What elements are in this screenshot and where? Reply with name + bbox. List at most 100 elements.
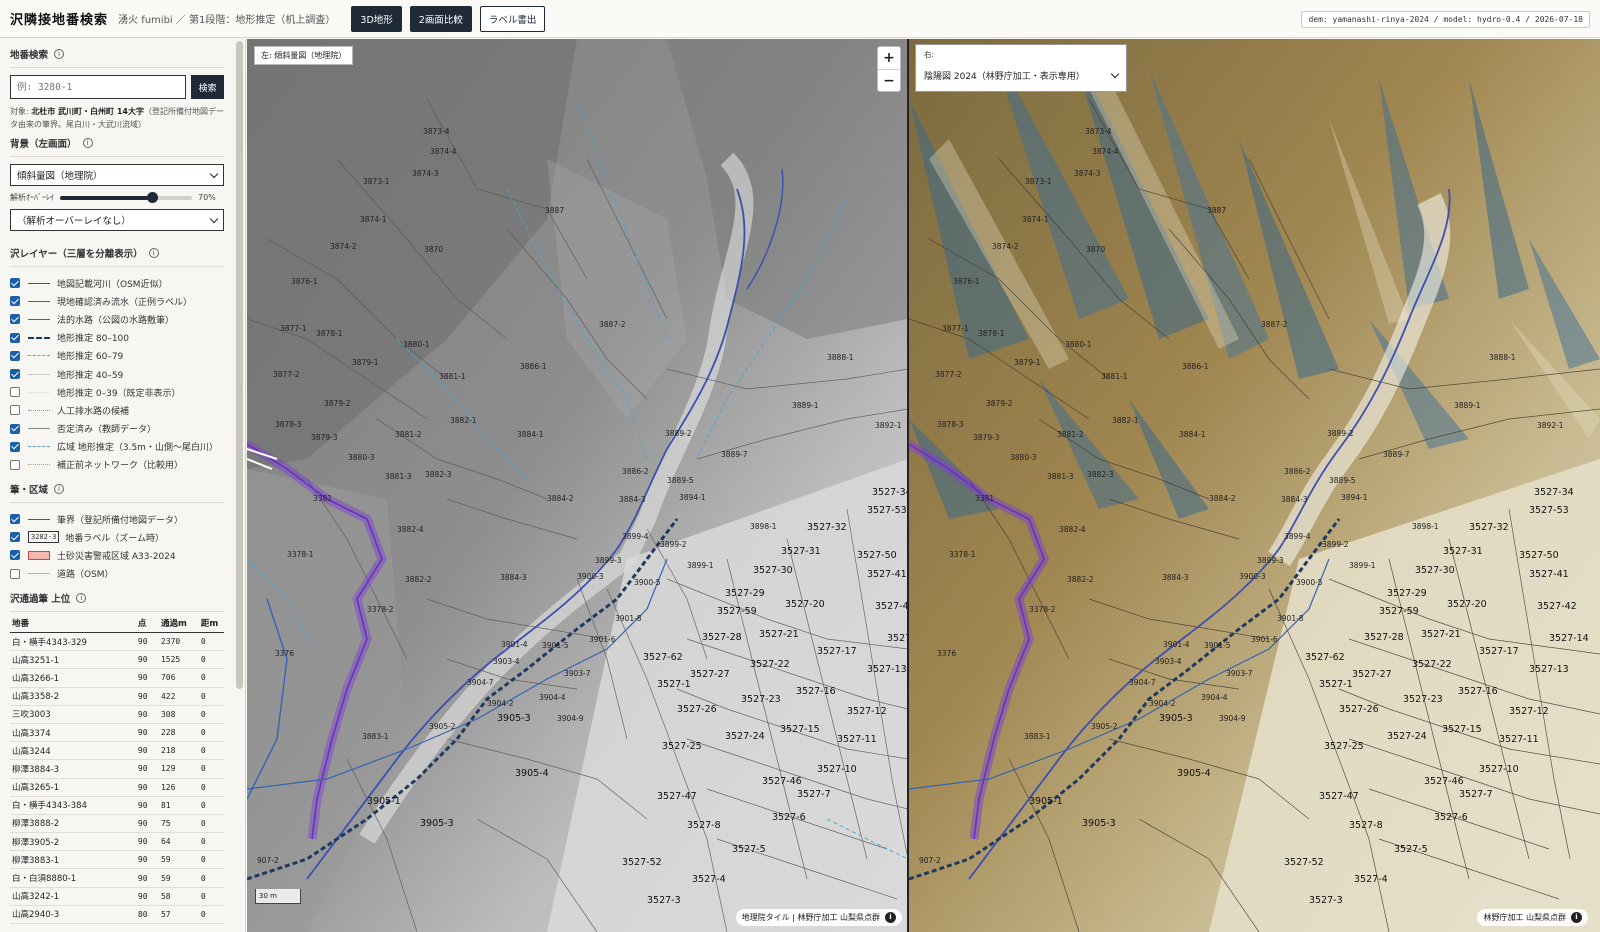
parcel-label[interactable]: 3882-4 [1059,525,1086,534]
parcel-label[interactable]: 3905-3 [420,818,454,829]
parcel-label[interactable]: 3527-20 [1447,599,1487,610]
table-row[interactable]: 山高2940-3 80 57 0 [10,905,224,925]
stream-layer-row[interactable]: 否定済み（教師データ） [10,420,224,438]
parcel-label[interactable]: 3889-7 [721,450,748,459]
parcel-label[interactable]: 3886-1 [520,362,547,371]
parcel-label[interactable]: 3877-1 [942,324,969,333]
parcel-label[interactable]: 3878-1 [316,329,343,338]
parcel-label[interactable]: 3879-1 [352,358,379,367]
parcel-label[interactable]: 3903-4 [1155,657,1182,666]
parcel-label[interactable]: 3881-2 [395,430,422,439]
parcel-label[interactable]: 3886-1 [1182,362,1209,371]
sidebar-scrollbar[interactable] [236,41,243,689]
info-icon[interactable]: i [54,49,65,59]
layer-checkbox[interactable] [10,532,20,543]
slider-handle[interactable] [147,191,159,203]
ranking-column-header[interactable]: 通過m [158,614,199,633]
parcel-label[interactable]: 3527-5 [1394,844,1428,855]
parcel-label[interactable]: 3879-2 [324,399,351,408]
parcel-label[interactable]: 3527-47 [657,791,697,802]
layer-checkbox[interactable] [10,423,20,434]
parcel-label[interactable]: 3376 [937,649,956,658]
parcel-label[interactable]: 3527-31 [1443,546,1483,557]
table-row[interactable]: 山高3244 90 218 0 [10,741,224,761]
parcel-label[interactable]: 3892-1 [875,421,902,430]
ranking-column-header[interactable]: 距m [198,614,224,633]
parcel-label[interactable]: 3881-1 [439,372,466,381]
parcel-label[interactable]: 3527-53 [867,505,907,516]
parcel-label[interactable]: 3877-1 [280,324,307,333]
parcel-label[interactable]: 3884-3 [1162,573,1189,582]
parcel-label[interactable]: 3889-1 [1454,401,1481,410]
parcel-label[interactable]: 3905-1 [367,796,401,807]
parcel-label[interactable]: 3874-3 [412,169,439,178]
parcel-label[interactable]: 3527-24 [1387,731,1427,742]
parcel-label[interactable]: 3888-1 [827,353,854,362]
parcel-label[interactable]: 3527-8 [1349,820,1383,831]
layer-checkbox[interactable] [10,332,20,343]
parcel-label[interactable]: 3899-1 [687,561,714,570]
parcel-label[interactable]: 3899-2 [660,540,687,549]
parcel-label[interactable]: 3904-7 [1129,678,1156,687]
parcel-label[interactable]: 3527-34 [1534,487,1574,498]
parcel-label[interactable]: 3527-8 [687,820,721,831]
parcel-label[interactable]: 3905-3 [1159,713,1193,724]
parcel-label[interactable]: 3881-2 [1057,430,1084,439]
parcel-label[interactable]: 3527-42 [1537,601,1577,612]
parcel-label[interactable]: 3892-1 [1537,421,1564,430]
parcel-label[interactable]: 3879-2 [986,399,1013,408]
parcel-label[interactable]: 3899-2 [1322,540,1349,549]
parcel-label[interactable]: 3527-12 [1509,706,1549,717]
parcel-label[interactable]: 3874-1 [1022,215,1049,224]
left-map-canvas[interactable]: 3873-4 3874-4 3873-1 3874-3 3887 3874-1 3874-2… [247,39,908,932]
table-row[interactable]: 白・白須8880-1 90 59 0 [10,868,224,888]
parcel-label[interactable]: 3527-20 [785,599,825,610]
parcel-label[interactable]: 3527-31 [781,546,821,557]
export-labels-button[interactable]: ラベル書出 [479,5,546,32]
parcel-label[interactable]: 3881-3 [1047,472,1074,481]
parcel-label[interactable]: 3889-2 [665,429,692,438]
layer-checkbox[interactable] [10,296,20,307]
table-row[interactable]: 柳澤3888-2 90 75 0 [10,814,224,834]
layer-checkbox[interactable] [10,369,20,380]
parcel-label[interactable]: 3905-4 [1177,768,1211,779]
parcel-label[interactable]: 3903-4 [493,657,520,666]
parcel-label[interactable]: 3887-2 [599,320,626,329]
zoom-control[interactable]: + − [877,46,901,92]
parcel-label[interactable]: 3527-28 [702,632,742,643]
parcel-label[interactable]: 3527-22 [1412,659,1452,670]
parcel-label[interactable]: 3884-2 [1209,494,1236,503]
table-row[interactable]: 山高3251-1 90 1525 0 [10,650,224,670]
table-row[interactable]: 三吹3003 90 308 0 [10,705,224,724]
parcel-label[interactable]: 3876-1 [953,277,980,286]
parcel-layer-row[interactable]: 筆界（登記所備付地図データ） [10,510,224,528]
layer-checkbox[interactable] [10,514,20,525]
parcel-label[interactable]: 3527-46 [1424,776,1464,787]
parcel-label[interactable]: 3882-2 [1067,575,1094,584]
stream-layer-row[interactable]: 広域 地形推定（3.5m・山側〜尾白川） [10,438,224,456]
parcel-label[interactable]: 3527-21 [1421,629,1461,640]
info-icon[interactable]: i [54,484,65,494]
parcel-label[interactable]: 3876-1 [291,277,318,286]
parcel-label[interactable]: 3901-6 [589,635,616,644]
parcel-label[interactable]: 3880-1 [1065,340,1092,349]
parcel-label[interactable]: 3905-3 [1082,818,1116,829]
layer-checkbox[interactable] [10,314,20,325]
parcel-label[interactable]: 3527-7 [797,789,831,800]
parcel-label[interactable]: 3905-2 [1091,722,1118,731]
parcel-layer-row[interactable]: 道路（OSM） [10,565,224,583]
parcel-label[interactable]: 3880-3 [1010,453,1037,462]
parcel-label[interactable]: 3883-1 [362,732,389,741]
stream-layer-row[interactable]: 法的水路（公図の水路敷筆） [10,310,224,328]
parcel-label[interactable]: 3884-1 [1179,430,1206,439]
overlay-opacity-slider[interactable] [60,191,192,203]
parcel-label[interactable]: 3527-14 [1549,633,1589,644]
parcel-label[interactable]: 3527-46 [762,776,802,787]
parcel-label[interactable]: 3527-59 [717,606,757,617]
parcel-label[interactable]: 3527-11 [837,734,877,745]
parcel-label[interactable]: 3527-62 [1305,652,1345,663]
parcel-label[interactable]: 3904-7 [467,678,494,687]
parcel-label[interactable]: 3882-3 [425,470,452,479]
parcel-label[interactable]: 3874-3 [1074,169,1101,178]
parcel-label[interactable]: 3527-50 [1519,550,1559,561]
